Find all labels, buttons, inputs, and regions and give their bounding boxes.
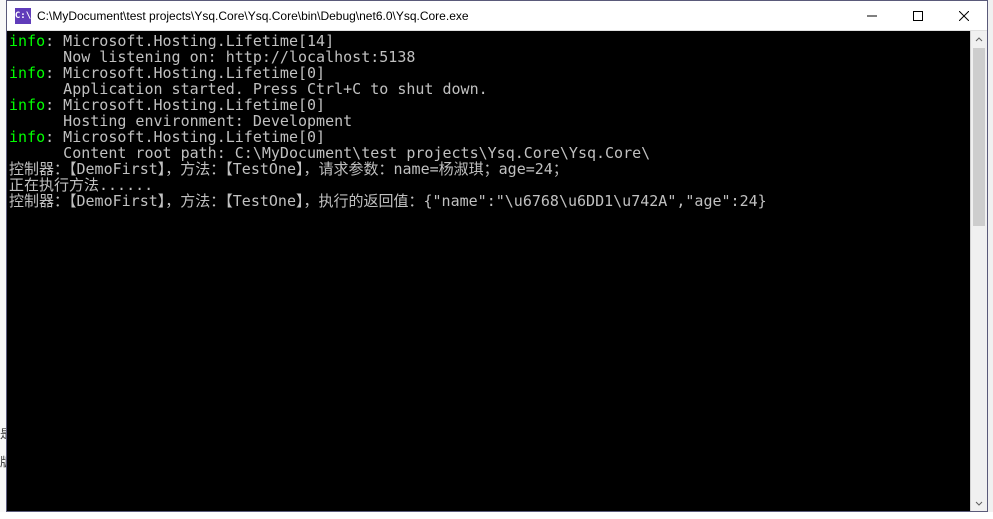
maximize-icon <box>913 11 923 21</box>
maximize-button[interactable] <box>895 1 941 30</box>
log-text: 控制器：【DemoFirst】，方法：【TestOne】，执行的返回值：{"na… <box>9 192 767 210</box>
console-line: Content root path: C:\MyDocument\test pr… <box>9 145 970 161</box>
console-line: 控制器：【DemoFirst】，方法：【TestOne】，执行的返回值：{"na… <box>9 193 970 209</box>
scrollbar-track[interactable] <box>971 48 987 494</box>
console-output[interactable]: info: Microsoft.Hosting.Lifetime[14] Now… <box>7 31 970 511</box>
console-line: info: Microsoft.Hosting.Lifetime[0] <box>9 65 970 81</box>
background-bottom-strip <box>0 512 993 519</box>
console-line: Hosting environment: Development <box>9 113 970 129</box>
console-line: Now listening on: http://localhost:5138 <box>9 49 970 65</box>
close-button[interactable] <box>941 1 987 30</box>
console-line: Application started. Press Ctrl+C to shu… <box>9 81 970 97</box>
window-title: C:\MyDocument\test projects\Ysq.Core\Ysq… <box>37 9 849 23</box>
chevron-down-icon <box>975 499 983 507</box>
scrollbar-thumb[interactable] <box>973 48 985 226</box>
console-line: info: Microsoft.Hosting.Lifetime[0] <box>9 129 970 145</box>
chevron-up-icon <box>975 36 983 44</box>
scroll-down-button[interactable] <box>971 494 987 511</box>
vertical-scrollbar[interactable] <box>970 31 987 511</box>
minimize-button[interactable] <box>849 1 895 30</box>
minimize-icon <box>867 11 877 21</box>
console-area: info: Microsoft.Hosting.Lifetime[14] Now… <box>7 31 987 511</box>
titlebar[interactable]: C:\ C:\MyDocument\test projects\Ysq.Core… <box>7 1 987 31</box>
app-icon-text: C:\ <box>15 11 31 21</box>
scroll-up-button[interactable] <box>971 31 987 48</box>
console-line: info: Microsoft.Hosting.Lifetime[0] <box>9 97 970 113</box>
console-line: 正在执行方法...... <box>9 177 970 193</box>
console-window: C:\ C:\MyDocument\test projects\Ysq.Core… <box>6 0 988 512</box>
app-icon: C:\ <box>15 8 31 24</box>
window-controls <box>849 1 987 30</box>
console-line: 控制器：【DemoFirst】，方法：【TestOne】，请求参数：name=杨… <box>9 161 970 177</box>
console-line: info: Microsoft.Hosting.Lifetime[14] <box>9 33 970 49</box>
close-icon <box>959 11 969 21</box>
